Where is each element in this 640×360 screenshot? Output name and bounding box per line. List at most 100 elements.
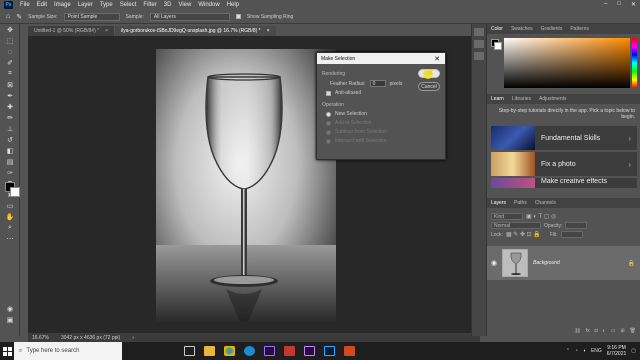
eyedropper-icon[interactable]: ✒ bbox=[3, 91, 17, 101]
chevron-right-icon[interactable]: › bbox=[132, 335, 134, 341]
show-ring-checkbox[interactable] bbox=[235, 14, 241, 19]
tab-learn[interactable]: Learn bbox=[491, 96, 504, 102]
quick-mask-icon[interactable]: ◉ bbox=[3, 304, 17, 314]
learn-card-fundamental[interactable]: Fundamental Skills › bbox=[491, 126, 637, 150]
layer-background[interactable]: ◉ Background 🔒 bbox=[487, 246, 640, 280]
learn-card-fix-photo[interactable]: Fix a photo › bbox=[491, 152, 637, 176]
feather-radius-input[interactable]: 0 bbox=[369, 80, 386, 87]
sample-select[interactable]: All Layers bbox=[149, 12, 230, 21]
close-tab-icon[interactable]: × bbox=[105, 28, 108, 34]
after-effects-icon[interactable] bbox=[304, 346, 315, 356]
close-tab-icon[interactable]: × bbox=[267, 28, 270, 34]
quick-select-tool-icon[interactable]: ✐ bbox=[3, 58, 17, 68]
document-image[interactable] bbox=[156, 49, 336, 322]
hand-tool-icon[interactable]: ✋ bbox=[3, 212, 17, 222]
learn-card-creative[interactable]: Make creative effects bbox=[491, 178, 637, 188]
tab-untitled[interactable]: Untitled-1 @ 50% (RGB/8#) * × bbox=[28, 26, 115, 36]
menu-window[interactable]: Window bbox=[198, 2, 219, 8]
tab-paths[interactable]: Paths bbox=[514, 200, 527, 206]
tab-color[interactable]: Color bbox=[491, 26, 503, 32]
subtract-selection-radio[interactable] bbox=[326, 129, 331, 135]
home-icon[interactable]: ⌂ bbox=[6, 13, 10, 20]
filter-icons[interactable]: ▣ ◐ T ▢ ◎ bbox=[526, 213, 556, 220]
tray-chevron-icon[interactable]: ⌃ bbox=[566, 348, 570, 354]
new-selection-radio[interactable] bbox=[326, 111, 331, 117]
photoshop-taskbar-icon[interactable] bbox=[324, 346, 335, 356]
volume-icon[interactable]: ◖ bbox=[583, 348, 586, 354]
app-icon-red[interactable] bbox=[284, 346, 295, 356]
tab-photo[interactable]: ilya-gorborukov-iSBoJD9egQ-unsplash.jpg … bbox=[115, 26, 276, 36]
zoom-tool-icon[interactable]: ⌕ bbox=[3, 223, 17, 233]
maximize-icon[interactable]: □ bbox=[617, 1, 621, 8]
stamp-tool-icon[interactable]: ⊥ bbox=[3, 124, 17, 134]
dialog-titlebar[interactable]: Make Selection ✕ bbox=[317, 53, 445, 64]
task-view-icon[interactable] bbox=[184, 346, 195, 356]
language-indicator[interactable]: ENG bbox=[591, 348, 602, 354]
screen-mode-icon[interactable]: ▣ bbox=[3, 315, 17, 325]
move-tool-icon[interactable]: ✥ bbox=[3, 25, 17, 35]
menu-file[interactable]: File bbox=[20, 2, 30, 8]
zoom-level[interactable]: 16.67% bbox=[32, 335, 49, 341]
crop-tool-icon[interactable]: ⌗ bbox=[3, 69, 17, 79]
properties-panel-icon[interactable] bbox=[474, 40, 484, 48]
close-icon[interactable]: ✕ bbox=[631, 1, 636, 8]
menu-filter[interactable]: Filter bbox=[143, 2, 156, 8]
taskbar-search[interactable]: ⌕ Type here to search bbox=[14, 342, 122, 360]
fx-icon[interactable]: fx bbox=[586, 328, 590, 336]
minimize-icon[interactable]: – bbox=[604, 1, 607, 8]
lock-icons[interactable]: ▦ ✎ ✥ ⊡ 🔒 bbox=[506, 231, 541, 238]
tab-adjustments[interactable]: Adjustments bbox=[539, 96, 567, 102]
tab-channels[interactable]: Channels bbox=[535, 200, 556, 206]
marquee-tool-icon[interactable]: ⬚ bbox=[3, 36, 17, 46]
add-selection-radio[interactable] bbox=[326, 120, 331, 126]
menu-select[interactable]: Select bbox=[120, 2, 137, 8]
menu-edit[interactable]: Edit bbox=[37, 2, 47, 8]
opacity-input[interactable] bbox=[565, 222, 588, 229]
eyedropper-tool-icon[interactable]: ✎ bbox=[16, 13, 22, 21]
tab-layers[interactable]: Layers bbox=[491, 200, 506, 206]
visibility-eye-icon[interactable]: ◉ bbox=[491, 259, 497, 267]
edge-icon[interactable] bbox=[244, 346, 255, 356]
pen-tool-icon[interactable]: ✑ bbox=[3, 168, 17, 178]
mask-icon[interactable]: ◘ bbox=[595, 328, 598, 336]
photoshop-logo-icon[interactable]: Ps bbox=[4, 1, 13, 9]
layer-filter-kind[interactable]: Kind bbox=[491, 213, 523, 220]
tab-patterns[interactable]: Patterns bbox=[570, 26, 589, 32]
menu-help[interactable]: Help bbox=[227, 2, 239, 8]
tab-gradients[interactable]: Gradients bbox=[541, 26, 563, 32]
brush-panel-icon[interactable] bbox=[474, 52, 484, 60]
frame-tool-icon[interactable]: ⊠ bbox=[3, 80, 17, 90]
hue-slider[interactable] bbox=[632, 38, 637, 88]
cancel-button[interactable]: Cancel bbox=[418, 82, 440, 91]
layer-name[interactable]: Background bbox=[533, 260, 560, 266]
chrome-icon[interactable] bbox=[224, 346, 235, 356]
history-panel-icon[interactable] bbox=[474, 28, 484, 36]
windows-start-icon[interactable] bbox=[0, 342, 14, 360]
history-brush-icon[interactable]: ↺ bbox=[3, 135, 17, 145]
menu-type[interactable]: Type bbox=[100, 2, 113, 8]
menu-view[interactable]: View bbox=[178, 2, 191, 8]
tab-libraries[interactable]: Libraries bbox=[512, 96, 531, 102]
menu-image[interactable]: Image bbox=[54, 2, 71, 8]
healing-brush-icon[interactable]: ✚ bbox=[3, 102, 17, 112]
color-picker-field[interactable] bbox=[504, 38, 630, 88]
sample-size-select[interactable]: Point Sample bbox=[63, 12, 120, 21]
eraser-tool-icon[interactable]: ◧ bbox=[3, 146, 17, 156]
background-swatch[interactable] bbox=[494, 42, 502, 50]
fill-input[interactable] bbox=[560, 231, 583, 238]
dialog-close-icon[interactable]: ✕ bbox=[434, 55, 440, 63]
link-layers-icon[interactable]: ⛓ bbox=[574, 328, 580, 336]
lock-icon[interactable]: 🔒 bbox=[628, 260, 635, 267]
network-icon[interactable]: ◔ bbox=[575, 348, 578, 354]
lasso-tool-icon[interactable]: ◌ bbox=[3, 47, 17, 57]
tab-swatches[interactable]: Swatches bbox=[511, 26, 533, 32]
more-tools-icon[interactable]: ⋯ bbox=[3, 234, 17, 244]
rectangle-tool-icon[interactable]: ▭ bbox=[3, 201, 17, 211]
brush-tool-icon[interactable]: ✏ bbox=[3, 113, 17, 123]
adjustment-icon[interactable]: ◐ bbox=[603, 328, 606, 336]
delete-layer-icon[interactable]: 🗑 bbox=[630, 328, 636, 336]
menu-3d[interactable]: 3D bbox=[164, 2, 172, 8]
antialiased-checkbox[interactable] bbox=[326, 90, 331, 96]
new-layer-icon[interactable]: ⊞ bbox=[620, 328, 624, 336]
blend-mode-select[interactable]: Normal bbox=[491, 222, 541, 229]
